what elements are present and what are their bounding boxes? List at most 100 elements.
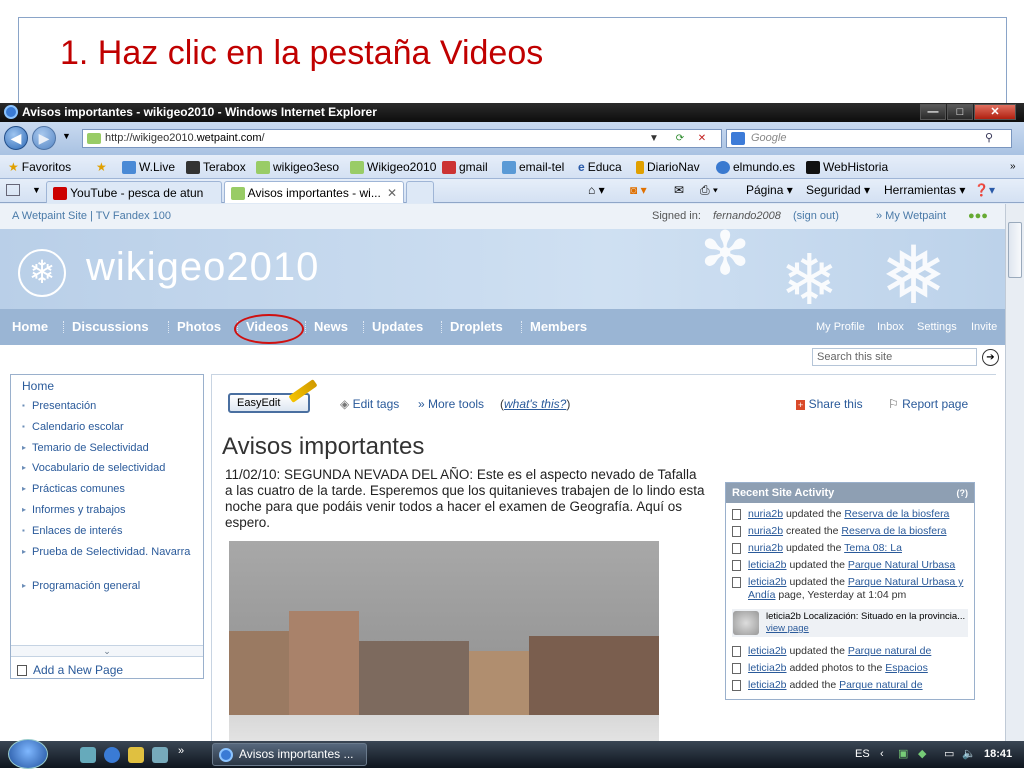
activity-help-link[interactable]: (?) [957,483,969,503]
security-shield-icon[interactable]: ◆ [918,741,926,768]
nav-my-profile[interactable]: My Profile [816,309,865,345]
tab-avisos[interactable]: Avisos importantes - wi... ✕ [224,181,404,203]
close-icon[interactable]: ✕ [974,104,1016,120]
sidebar-home[interactable]: Home [22,379,54,393]
activity-target-link[interactable]: Parque natural de [839,679,922,691]
nav-updates[interactable]: Updates [372,309,423,345]
share-link[interactable]: + Share this [796,397,863,411]
language-indicator[interactable]: ES [855,741,870,768]
fav-item-diarionav[interactable]: DiarioNav [636,155,700,179]
activity-target-link[interactable]: Reserva de la biosfera [841,525,946,537]
display-icon[interactable]: ▭ [944,741,954,768]
nav-members[interactable]: Members [530,309,587,345]
sidebar-item-programacion[interactable]: ▸ Programación general [22,579,200,593]
taskbar-ie-window[interactable]: Avisos importantes ... [212,743,367,766]
add-favorite-icon[interactable]: ★ [96,155,107,179]
sidebar-item-presentacion[interactable]: ▪ Presentación [22,399,200,413]
nav-home[interactable]: Home [12,309,48,345]
fav-item-webhistoria[interactable]: WebHistoria [806,155,888,179]
fav-item-elmundo[interactable]: elmundo.es [716,155,795,179]
expand-arrow-icon[interactable]: ▸ [22,545,26,559]
fav-item-terabox[interactable]: Terabox [186,155,246,179]
search-go-icon[interactable]: ➔ [982,349,999,366]
network-icon[interactable]: ▣ [898,741,908,768]
clock[interactable]: 18:41 [984,741,1012,768]
page-menu[interactable]: Página ▾ [746,179,793,201]
help-icon[interactable]: ❓▾ [974,179,995,201]
sidebar-item-vocabulario[interactable]: ▸ Vocabulario de selectividad [22,461,200,475]
new-tab-button[interactable] [406,181,434,203]
whats-this-link[interactable]: what's this? [504,397,566,411]
home-icon[interactable]: ⌂ ▾ [588,179,605,201]
activity-target-link[interactable]: Espacios [885,662,928,674]
expand-arrow-icon[interactable]: ▸ [22,482,26,496]
nav-news[interactable]: News [314,309,348,345]
activity-target-link[interactable]: Parque Natural Urbasa [848,559,955,571]
expand-arrow-icon[interactable]: ▸ [22,579,26,593]
fav-item-educa[interactable]: e Educa [578,155,622,179]
tray-expand-icon[interactable]: ‹ [880,741,884,768]
fav-item-wlive[interactable]: W.Live [122,155,175,179]
quicklaunch-more-icon[interactable]: » [178,745,184,757]
expand-arrow-icon[interactable]: ▸ [22,503,26,517]
sidebar-item-prueba[interactable]: ▸ Prueba de Selectividad. Navarra [22,545,200,559]
more-tools-link[interactable]: » More tools [418,397,484,411]
volume-icon[interactable]: 🔈 [962,741,976,768]
my-wetpaint-link[interactable]: » My Wetpaint [876,204,946,229]
refresh-icon[interactable]: ⟳ [671,130,689,147]
sidebar-item-informes[interactable]: ▸ Informes y trabajos [22,503,200,517]
activity-user-link[interactable]: leticia2b [748,559,787,571]
switch-windows-icon[interactable] [152,747,168,763]
minimize-icon[interactable]: — [920,104,946,120]
activity-user-link[interactable]: nuria2b [748,525,783,537]
nav-discussions[interactable]: Discussions [72,309,149,345]
edit-tags-link[interactable]: ◈ Edit tags [340,397,399,411]
report-link[interactable]: ⚐ Report page [888,397,968,411]
expand-arrow-icon[interactable]: ▸ [22,441,26,455]
nav-settings[interactable]: Settings [917,309,957,345]
site-name[interactable]: wikigeo2010 [86,245,319,290]
stop-icon[interactable]: ✕ [693,130,711,147]
sidebar-resize-handle[interactable]: ⌄ [11,645,203,657]
start-button[interactable] [8,739,48,769]
activity-user-link[interactable]: leticia2b [748,662,787,674]
tools-menu[interactable]: Herramientas ▾ [884,179,965,201]
fav-item-gmail[interactable]: gmail [442,155,488,179]
back-button[interactable]: ◀ [4,126,28,150]
address-input[interactable]: http://wikigeo2010.wetpaint.com/ ▼ ⟳ ✕ [82,129,722,148]
url-dropdown-icon[interactable]: ▼ [645,130,663,147]
fav-item-wikigeo2010[interactable]: Wikigeo2010 [350,155,436,179]
activity-target-link[interactable]: Parque natural de [848,645,931,657]
sidebar-item-practicas[interactable]: ▸ Prácticas comunes [22,482,200,496]
scrollbar-thumb[interactable] [1008,222,1022,278]
expand-arrow-icon[interactable]: ▸ [22,461,26,475]
history-dropdown-icon[interactable]: ▼ [62,131,71,141]
activity-target-link[interactable]: Tema 08: La [844,542,902,554]
activity-user-link[interactable]: leticia2b [748,576,787,588]
search-icon[interactable]: ⚲ [985,130,993,147]
site-network-link[interactable]: A Wetpaint Site | TV Fandex 100 [12,204,171,229]
sign-out-link[interactable]: (sign out) [793,204,839,229]
show-desktop-icon[interactable] [80,747,96,763]
site-search-input[interactable]: Search this site [812,348,977,366]
activity-user-link[interactable]: leticia2b [748,645,787,657]
nav-photos[interactable]: Photos [177,309,221,345]
fav-item-email-tel[interactable]: email-tel [502,155,564,179]
feeds-icon[interactable]: ◙ ▾ [630,179,647,201]
vertical-scrollbar[interactable] [1005,204,1024,744]
activity-user-link[interactable]: nuria2b [748,542,783,554]
maximize-icon[interactable]: □ [947,104,973,120]
security-menu[interactable]: Seguridad ▾ [806,179,870,201]
tab-list-icon[interactable]: ▼ [32,179,41,201]
activity-target-link[interactable]: Reserva de la biosfera [844,508,949,520]
favorites-button[interactable]: ★ Favoritos [8,155,71,179]
nav-inbox[interactable]: Inbox [877,309,904,345]
tab-youtube[interactable]: YouTube - pesca de atun [46,181,222,203]
ie-quicklaunch-icon[interactable] [104,747,120,763]
sidebar-item-temario[interactable]: ▸ Temario de Selectividad [22,441,200,455]
print-icon[interactable]: ⎙ ▾ [700,179,718,201]
sidebar-item-enlaces[interactable]: ▪ Enlaces de interés [22,524,200,538]
activity-user-link[interactable]: nuria2b [748,508,783,520]
activity-user-link[interactable]: leticia2b [748,679,787,691]
close-tab-icon[interactable]: ✕ [387,182,397,204]
